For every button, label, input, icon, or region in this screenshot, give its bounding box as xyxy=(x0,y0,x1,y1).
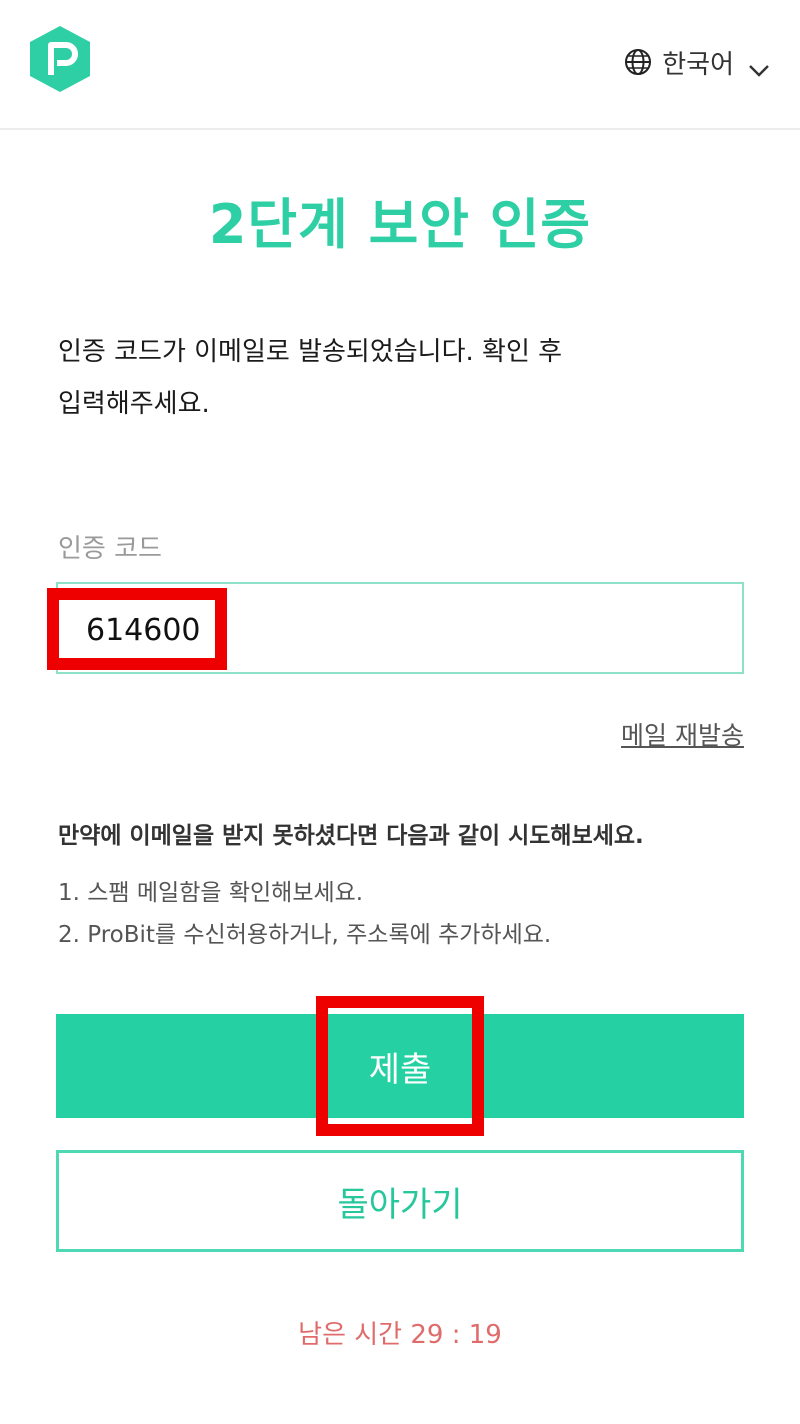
back-button[interactable]: 돌아가기 xyxy=(56,1150,744,1252)
instruction-text: 인증 코드가 이메일로 발송되었습니다. 확인 후 입력해주세요. xyxy=(58,326,658,430)
help-item: 2. ProBit를 수신허용하거나, 주소록에 추가하세요. xyxy=(58,922,552,948)
header: 한국어 xyxy=(0,0,800,130)
chevron-down-icon xyxy=(748,55,770,77)
language-label: 한국어 xyxy=(662,49,734,80)
page: 한국어 2단계 보안 인증 인증 코드가 이메일로 발송되었습니다. 확인 후 … xyxy=(0,0,800,1424)
instruction-line-1: 인증 코드가 이메일로 발송되었습니다. 확인 후 xyxy=(58,337,563,367)
probit-logo[interactable] xyxy=(30,26,90,92)
code-input-container xyxy=(56,582,744,674)
language-selector[interactable]: 한국어 xyxy=(624,42,770,82)
submit-button[interactable]: 제출 xyxy=(56,1014,744,1118)
help-list: 1. 스팸 메일함을 확인해보세요. 2. ProBit를 수신허용하거나, 주… xyxy=(58,872,551,956)
code-field-label: 인증 코드 xyxy=(58,534,162,564)
resend-email-link[interactable]: 메일 재발송 xyxy=(621,716,744,752)
help-item: 1. 스팸 메일함을 확인해보세요. xyxy=(58,880,364,906)
page-title: 2단계 보안 인증 xyxy=(208,193,592,256)
globe-icon xyxy=(624,48,652,76)
help-title: 만약에 이메일을 받지 못하셨다면 다음과 같이 시도해보세요. xyxy=(58,823,644,849)
verification-code-input[interactable] xyxy=(86,602,686,658)
instruction-line-2: 입력해주세요. xyxy=(58,389,210,419)
remaining-time: 남은 시간 29 : 19 xyxy=(298,1320,502,1350)
